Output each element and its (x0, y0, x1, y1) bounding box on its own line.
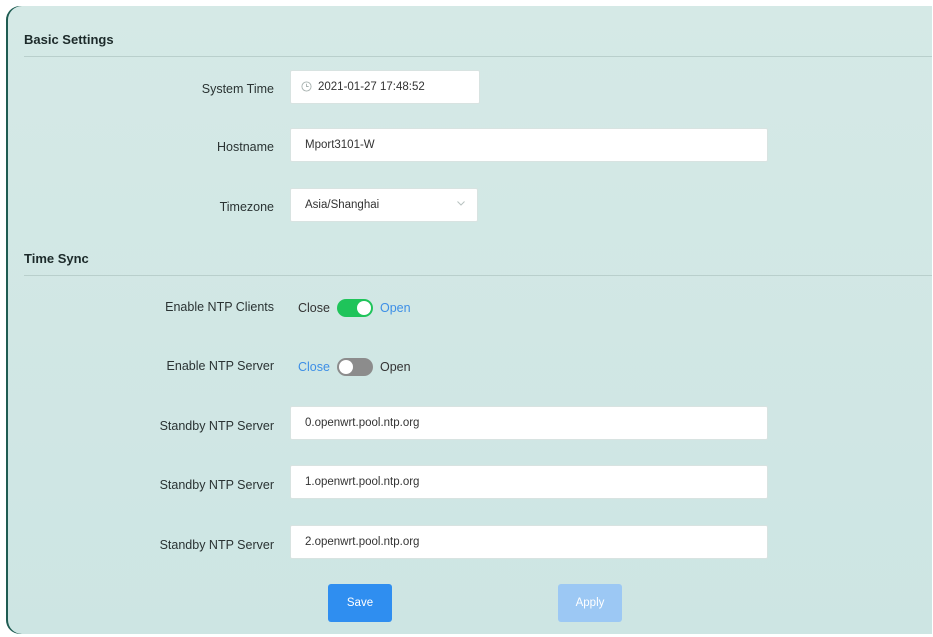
clock-icon (301, 81, 312, 92)
standby-ntp-server-label-2: Standby NTP Server (159, 478, 274, 492)
timezone-value: Asia/Shanghai (305, 199, 380, 211)
standby-ntp-server-label-3: Standby NTP Server (159, 538, 274, 552)
ntp-server-label: Enable NTP Server (166, 359, 274, 373)
chevron-down-icon (457, 201, 465, 206)
apply-button[interactable]: Apply (558, 584, 622, 622)
settings-panel: Basic Settings System Time 2021-01-27 17… (6, 6, 932, 634)
ntp-clients-close-option[interactable]: Close (298, 301, 330, 315)
system-time-field[interactable]: 2021-01-27 17:48:52 (290, 70, 480, 104)
ntp-clients-toggle-row: Close Open (298, 297, 411, 319)
time-sync-title: Time Sync (24, 251, 89, 266)
basic-settings-title: Basic Settings (24, 32, 114, 47)
standby-ntp-server-label-1: Standby NTP Server (159, 419, 274, 433)
ntp-server-open-option[interactable]: Open (380, 360, 411, 374)
ntp-server-switch[interactable] (336, 358, 373, 376)
save-button[interactable]: Save (328, 584, 392, 622)
ntp-server-close-option[interactable]: Close (298, 360, 330, 374)
basic-settings-divider (24, 56, 932, 57)
ntp-server-toggle-row: Close Open (298, 356, 411, 378)
switch-knob (338, 360, 353, 374)
standby-ntp-server-input-3[interactable] (290, 525, 768, 559)
timezone-label: Timezone (219, 200, 274, 214)
ntp-clients-open-option[interactable]: Open (380, 301, 411, 315)
hostname-input[interactable] (290, 128, 768, 162)
standby-ntp-server-input-1[interactable] (290, 406, 768, 440)
system-time-label: System Time (201, 82, 274, 96)
standby-ntp-server-input-2[interactable] (290, 465, 768, 499)
hostname-label: Hostname (217, 140, 274, 154)
time-sync-divider (24, 275, 932, 276)
ntp-clients-label: Enable NTP Clients (165, 300, 274, 314)
ntp-clients-switch[interactable] (336, 299, 373, 317)
timezone-select[interactable]: Asia/Shanghai (290, 188, 478, 222)
system-time-value: 2021-01-27 17:48:52 (318, 81, 425, 93)
switch-knob (356, 301, 371, 315)
